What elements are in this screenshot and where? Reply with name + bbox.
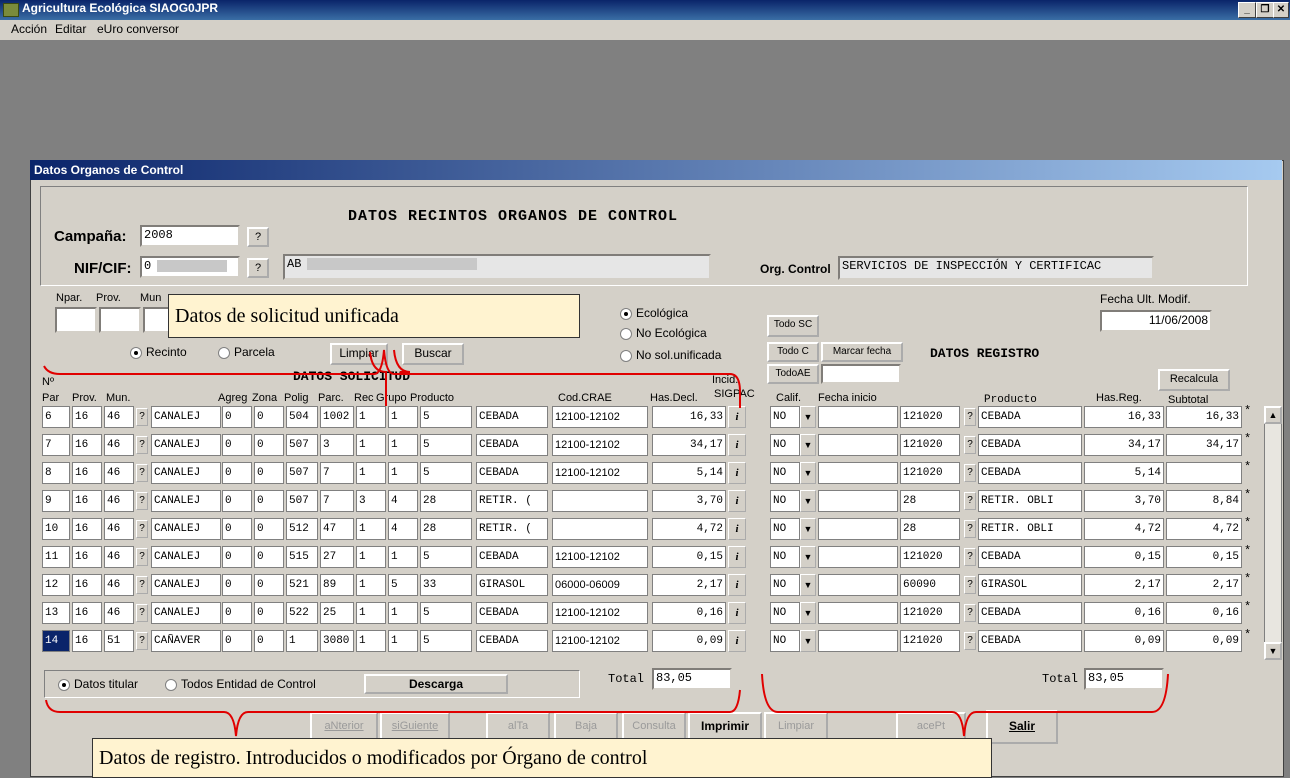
bracket-registro-bottom	[761, 673, 1169, 737]
bracket-solicitud	[43, 349, 741, 408]
annotation-brackets	[43, 349, 1169, 737]
bracket-solicitud-bottom	[45, 689, 741, 737]
callout-solicitud: Datos de solicitud unificada	[168, 294, 580, 338]
bracket-solicitud-mid	[393, 349, 411, 373]
callout-registro: Datos de registro. Introducidos o modifi…	[92, 738, 992, 778]
